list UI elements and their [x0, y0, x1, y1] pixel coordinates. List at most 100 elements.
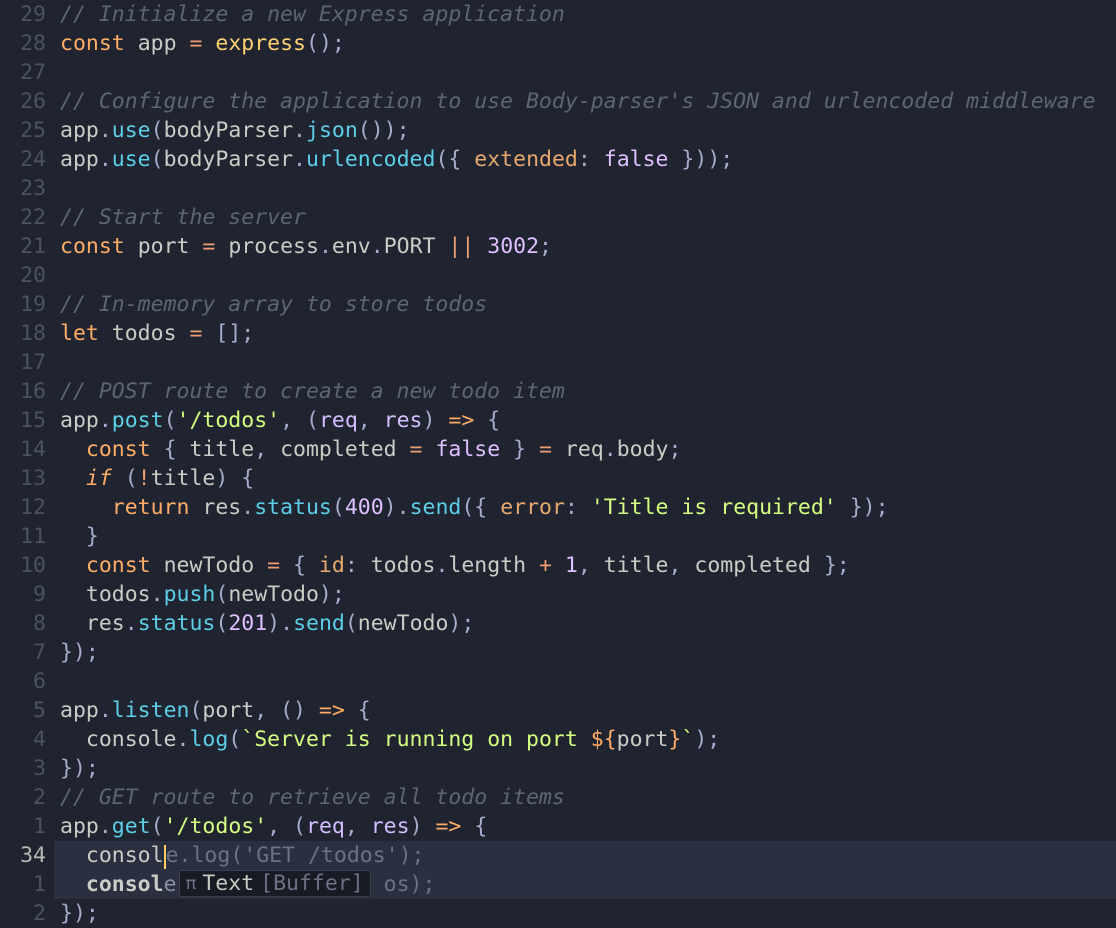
punct: { [474, 814, 487, 839]
method: urlencoded [306, 147, 435, 172]
method: post [112, 408, 164, 433]
code-line: 24app.use(bodyParser.urlencoded({ extend… [0, 145, 1116, 174]
code-line: 6 [0, 667, 1116, 696]
punct: }); [60, 901, 99, 926]
operator: = [202, 234, 215, 259]
method: json [306, 118, 358, 143]
boolean: false [604, 147, 669, 172]
punct: ); [319, 582, 345, 607]
completion-context: [Buffer] [260, 869, 364, 898]
keyword: const [86, 553, 151, 578]
punct: } [500, 437, 526, 462]
ghost-text: ); [399, 843, 425, 868]
method: use [112, 118, 151, 143]
property: extended [474, 147, 578, 172]
text-cursor [164, 845, 166, 869]
comment: // GET route to retrieve all todo items [60, 785, 565, 810]
identifier: todos [112, 321, 177, 346]
code-line: 14 const { title, completed = false } = … [0, 435, 1116, 464]
ghost-text: ); [410, 872, 436, 897]
punct: })); [668, 147, 733, 172]
operator: = [189, 31, 202, 56]
code-line: 28const app = express(); [0, 29, 1116, 58]
method: use [112, 147, 151, 172]
punct: . [99, 118, 112, 143]
line-number: 18 [0, 319, 54, 348]
code-line: 29// Initialize a new Express applicatio… [0, 0, 1116, 29]
line-number: 25 [0, 116, 54, 145]
punct: ( [112, 466, 138, 491]
indent [60, 466, 86, 491]
line-number: 20 [0, 261, 54, 290]
identifier: req [565, 437, 604, 462]
identifier: port [202, 698, 254, 723]
identifier: todos [371, 553, 436, 578]
line-number: 10 [0, 551, 54, 580]
identifier: consol [86, 843, 164, 868]
punct: { [228, 466, 254, 491]
identifier: length [448, 553, 526, 578]
code-line: 13 if (!title) { [0, 464, 1116, 493]
identifier: newTodo [228, 582, 319, 607]
number: 201 [228, 611, 267, 636]
arrow: => [423, 814, 475, 839]
line-number: 19 [0, 290, 54, 319]
operator: = [397, 437, 436, 462]
completion-match: consol [86, 872, 164, 897]
completion-kind: Text [202, 869, 254, 898]
punct: ( [151, 118, 164, 143]
completion-popup[interactable]: πText[Buffer] [179, 870, 371, 897]
parameter: res [371, 814, 410, 839]
identifier: app [138, 31, 177, 56]
method: get [112, 814, 151, 839]
line-number-current: 34 [0, 841, 54, 870]
operator: || [448, 234, 474, 259]
indent [60, 582, 86, 607]
comment: // Start the server [60, 205, 306, 230]
identifier: body [617, 437, 669, 462]
line-number: 11 [0, 522, 54, 551]
identifier: app [60, 147, 99, 172]
indent [60, 553, 86, 578]
code-line: 7}); [0, 638, 1116, 667]
keyword: return [112, 495, 190, 520]
autocomplete-row[interactable]: 1 consoleπText[Buffer] os); [0, 870, 1116, 899]
punct: { [487, 408, 500, 433]
identifier: bodyParser [164, 118, 293, 143]
indent [60, 437, 86, 462]
arrow: => [435, 408, 487, 433]
identifier: bodyParser [164, 147, 293, 172]
number: 1 [565, 553, 578, 578]
parameter: req [306, 814, 345, 839]
punct: , [668, 553, 694, 578]
code-line: 23 [0, 174, 1116, 203]
punct: ); [448, 611, 474, 636]
identifier: completed [280, 437, 397, 462]
code-line: 9 todos.push(newTodo); [0, 580, 1116, 609]
code-line: 16// POST route to create a new todo ite… [0, 377, 1116, 406]
code-line: 1app.get('/todos', (req, res) => { [0, 812, 1116, 841]
line-number: 1 [0, 812, 54, 841]
code-line: 10 const newTodo = { id: todos.length + … [0, 551, 1116, 580]
code-line: 25app.use(bodyParser.json()); [0, 116, 1116, 145]
template-interp: } [668, 727, 681, 752]
punct: ({ [461, 495, 500, 520]
identifier: app [60, 814, 99, 839]
code-line: 19// In-memory array to store todos [0, 290, 1116, 319]
identifier: res [189, 495, 241, 520]
ghost-text: 'GET /todos' [243, 843, 398, 868]
code-editor[interactable]: 29// Initialize a new Express applicatio… [0, 0, 1116, 924]
punct: { [164, 437, 190, 462]
line-number: 3 [0, 754, 54, 783]
identifier: todos [86, 582, 151, 607]
line-number: 22 [0, 203, 54, 232]
code-line: 21const port = process.env.PORT || 3002; [0, 232, 1116, 261]
method: log [189, 727, 228, 752]
punct: () [280, 698, 306, 723]
current-line[interactable]: 34 console.log('GET /todos'); [0, 841, 1116, 870]
line-number: 9 [0, 580, 54, 609]
identifier: app [60, 698, 99, 723]
code-line: 17 [0, 348, 1116, 377]
blank [54, 261, 1116, 290]
indent [60, 611, 86, 636]
